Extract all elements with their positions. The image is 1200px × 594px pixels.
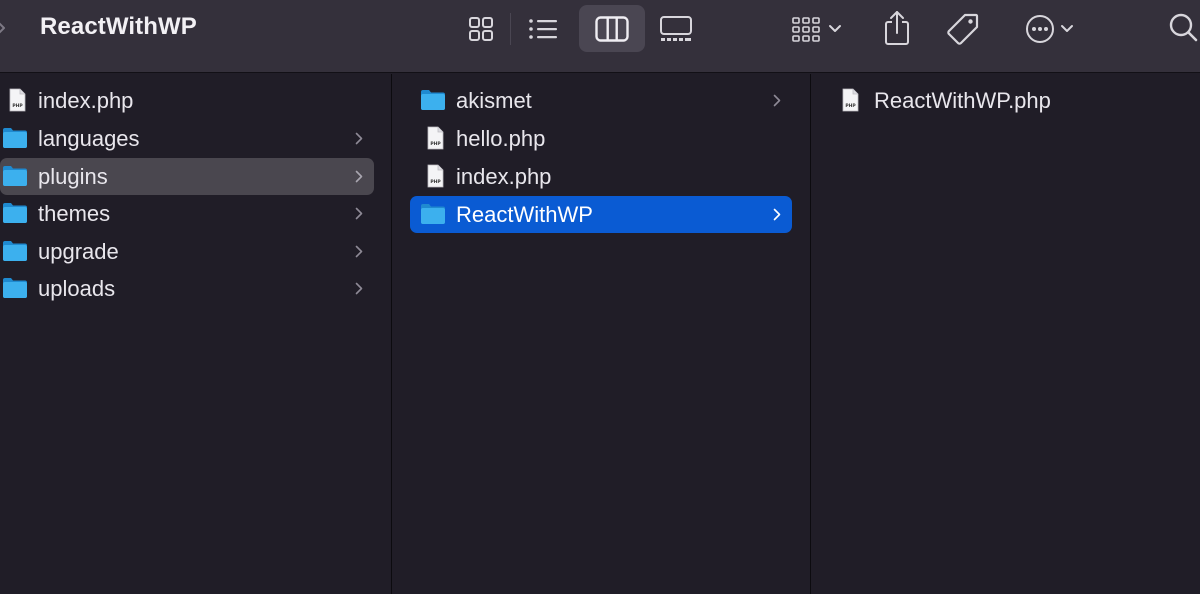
- column-reactwithwp: PHP ReactWithWP.php: [811, 74, 1200, 594]
- chevron-right-icon: [355, 170, 363, 183]
- gallery-view-button[interactable]: [656, 12, 696, 46]
- icon-view-button[interactable]: [465, 13, 497, 45]
- view-divider: [510, 13, 511, 45]
- svg-text:PHP: PHP: [12, 103, 23, 109]
- item-label: ReactWithWP.php: [874, 88, 1051, 113]
- list-item[interactable]: upgrade: [0, 233, 374, 270]
- chevron-right-icon: [355, 132, 363, 145]
- chevron-right-icon: [355, 245, 363, 258]
- folder-icon: [3, 128, 27, 148]
- share-icon: [885, 11, 909, 45]
- column-view-button[interactable]: [579, 5, 645, 52]
- list-view-button[interactable]: [525, 13, 561, 45]
- list-item[interactable]: languages: [0, 120, 374, 157]
- list-icon: [529, 19, 557, 39]
- window-title: ReactWithWP: [40, 13, 197, 40]
- list-item[interactable]: PHP index.php: [410, 158, 792, 195]
- tags-button[interactable]: [944, 10, 982, 48]
- item-label: ReactWithWP: [456, 202, 593, 227]
- chevron-right-icon: [355, 282, 363, 295]
- chevron-right-icon: [773, 94, 781, 107]
- search-icon: [1169, 13, 1198, 42]
- item-label: hello.php: [456, 126, 546, 151]
- chevron-right-icon: [773, 208, 781, 221]
- search-button[interactable]: [1162, 10, 1200, 46]
- chevron-right-icon: [355, 207, 363, 220]
- folder-icon: [3, 278, 27, 298]
- list-item[interactable]: akismet: [410, 82, 792, 119]
- list-item[interactable]: PHP hello.php: [410, 120, 792, 157]
- svg-text:PHP: PHP: [430, 141, 441, 147]
- php-file-icon: PHP: [9, 88, 26, 112]
- grid-icon: [469, 17, 493, 41]
- folder-icon: [3, 166, 27, 186]
- item-label: index.php: [456, 164, 552, 189]
- folder-icon: [3, 241, 27, 261]
- folder-icon: [3, 203, 27, 223]
- group-grid-icon: [792, 17, 820, 42]
- folder-icon: [421, 204, 445, 224]
- list-item[interactable]: PHP ReactWithWP.php: [829, 82, 1183, 119]
- list-item[interactable]: PHP index.php: [0, 82, 374, 119]
- list-item[interactable]: themes: [0, 195, 374, 232]
- item-label: uploads: [38, 276, 116, 301]
- tag-icon: [947, 13, 979, 45]
- item-label: index.php: [38, 88, 134, 113]
- list-item-selected[interactable]: plugins: [0, 158, 374, 195]
- group-by-button[interactable]: [784, 12, 850, 46]
- svg-text:PHP: PHP: [845, 103, 856, 109]
- item-label: upgrade: [38, 239, 119, 264]
- list-item-selected[interactable]: ReactWithWP: [410, 196, 792, 233]
- finder-window: ReactWithWP PHP index.php languages plug…: [0, 0, 1200, 594]
- ellipsis-circle-icon: [1026, 15, 1054, 43]
- more-actions-button[interactable]: [1018, 12, 1082, 46]
- folder-icon: [421, 90, 445, 110]
- item-label: akismet: [456, 88, 532, 113]
- gallery-icon: [660, 16, 692, 41]
- columns-icon: [595, 16, 629, 42]
- chevron-down-icon: [1061, 25, 1073, 32]
- toolbar: ReactWithWP: [0, 0, 1200, 73]
- php-file-icon: PHP: [427, 126, 444, 150]
- chevron-down-icon: [829, 25, 841, 32]
- back-chevron-icon[interactable]: [0, 17, 10, 39]
- share-button[interactable]: [880, 8, 914, 48]
- column-parent: PHP index.php languages plugins themes u…: [0, 74, 391, 594]
- php-file-icon: PHP: [427, 164, 444, 188]
- item-label: plugins: [38, 164, 108, 189]
- item-label: themes: [38, 201, 111, 226]
- list-item[interactable]: uploads: [0, 270, 374, 307]
- column-plugins: akismet PHP hello.php PHP index.php Reac…: [392, 74, 810, 594]
- item-label: languages: [38, 126, 140, 151]
- php-file-icon: PHP: [842, 88, 859, 112]
- svg-text:PHP: PHP: [430, 179, 441, 185]
